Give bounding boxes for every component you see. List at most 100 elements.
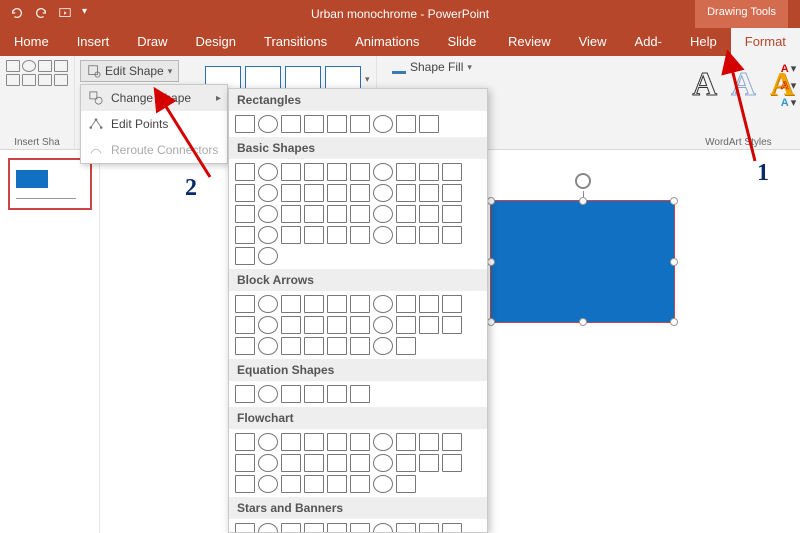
shape-option[interactable] (396, 454, 416, 472)
shape-option[interactable] (350, 523, 370, 533)
shape-option[interactable] (304, 226, 324, 244)
shape-option[interactable] (396, 184, 416, 202)
shape-option[interactable] (327, 295, 347, 313)
shape-option[interactable] (396, 433, 416, 451)
shape-option[interactable] (419, 523, 439, 533)
redo-icon[interactable] (34, 6, 48, 23)
tab-addins[interactable]: Add-ins (621, 28, 676, 56)
shape-option[interactable] (258, 226, 278, 244)
shape-option[interactable] (327, 337, 347, 355)
shape-option[interactable] (327, 316, 347, 334)
shape-option[interactable] (258, 316, 278, 334)
shape-option[interactable] (304, 316, 324, 334)
shape-option[interactable] (258, 454, 278, 472)
shape-option[interactable] (350, 163, 370, 181)
shape-option[interactable] (281, 226, 301, 244)
shape-option[interactable] (281, 316, 301, 334)
shape-option[interactable] (350, 226, 370, 244)
shape-option[interactable] (396, 337, 416, 355)
shape-option[interactable] (235, 247, 255, 265)
shape-option[interactable] (373, 316, 393, 334)
shape-option[interactable] (281, 454, 301, 472)
shape-option[interactable] (327, 475, 347, 493)
shape-option[interactable] (235, 205, 255, 223)
shape-option[interactable] (235, 475, 255, 493)
shape-option[interactable] (281, 433, 301, 451)
shape-option[interactable] (304, 454, 324, 472)
shape-option[interactable] (258, 475, 278, 493)
shape-option[interactable] (258, 337, 278, 355)
shape-option[interactable] (419, 184, 439, 202)
text-effects-button[interactable]: A▾ (781, 96, 796, 109)
shape-option[interactable] (350, 433, 370, 451)
shape-option[interactable] (258, 184, 278, 202)
resize-handle[interactable] (670, 258, 678, 266)
shape-option[interactable] (304, 523, 324, 533)
shape-option[interactable] (373, 475, 393, 493)
shape-option[interactable] (327, 184, 347, 202)
shape-option[interactable] (281, 184, 301, 202)
shape-option[interactable] (442, 184, 462, 202)
shape-option[interactable] (350, 184, 370, 202)
shape-option[interactable] (442, 163, 462, 181)
shape-option[interactable] (373, 523, 393, 533)
selected-rectangle-shape[interactable] (490, 200, 675, 323)
tab-design[interactable]: Design (182, 28, 250, 56)
shape-option[interactable] (350, 115, 370, 133)
shape-option[interactable] (304, 205, 324, 223)
shape-option[interactable] (281, 163, 301, 181)
shape-option[interactable] (396, 475, 416, 493)
resize-handle[interactable] (579, 318, 587, 326)
shape-option[interactable] (327, 385, 347, 403)
shape-option[interactable] (350, 454, 370, 472)
shape-option[interactable] (350, 385, 370, 403)
undo-icon[interactable] (10, 6, 24, 23)
shape-option[interactable] (396, 205, 416, 223)
shape-option[interactable] (396, 226, 416, 244)
shape-option[interactable] (281, 337, 301, 355)
shape-option[interactable] (258, 385, 278, 403)
resize-handle[interactable] (670, 197, 678, 205)
shape-option[interactable] (442, 295, 462, 313)
shape-option[interactable] (235, 454, 255, 472)
slideshow-icon[interactable] (58, 6, 72, 23)
shape-option[interactable] (442, 523, 462, 533)
tab-draw[interactable]: Draw (123, 28, 181, 56)
shape-option[interactable] (396, 523, 416, 533)
shape-option[interactable] (235, 433, 255, 451)
shape-option[interactable] (281, 115, 301, 133)
shape-option[interactable] (235, 115, 255, 133)
resize-handle[interactable] (487, 197, 495, 205)
tab-review[interactable]: Review (494, 28, 565, 56)
text-outline-button[interactable]: A▾ (781, 79, 796, 92)
shape-option[interactable] (373, 163, 393, 181)
shape-option[interactable] (304, 337, 324, 355)
shape-option[interactable] (281, 385, 301, 403)
shape-option[interactable] (419, 295, 439, 313)
shape-option[interactable] (373, 115, 393, 133)
slide-thumbnail[interactable] (8, 158, 92, 210)
shape-option[interactable] (327, 454, 347, 472)
resize-handle[interactable] (487, 318, 495, 326)
shape-option[interactable] (258, 163, 278, 181)
shape-option[interactable] (396, 316, 416, 334)
shape-option[interactable] (419, 433, 439, 451)
tab-help[interactable]: Help (676, 28, 731, 56)
shape-option[interactable] (235, 295, 255, 313)
shape-option[interactable] (350, 337, 370, 355)
shape-option[interactable] (419, 454, 439, 472)
shape-option[interactable] (304, 475, 324, 493)
tab-animations[interactable]: Animations (341, 28, 433, 56)
shape-option[interactable] (235, 163, 255, 181)
shape-option[interactable] (304, 433, 324, 451)
shape-option[interactable] (350, 205, 370, 223)
shape-option[interactable] (396, 295, 416, 313)
shape-option[interactable] (258, 115, 278, 133)
tab-view[interactable]: View (565, 28, 621, 56)
shape-option[interactable] (419, 163, 439, 181)
shape-option[interactable] (258, 205, 278, 223)
shape-option[interactable] (419, 316, 439, 334)
shape-option[interactable] (373, 454, 393, 472)
shape-option[interactable] (350, 475, 370, 493)
shape-option[interactable] (442, 316, 462, 334)
